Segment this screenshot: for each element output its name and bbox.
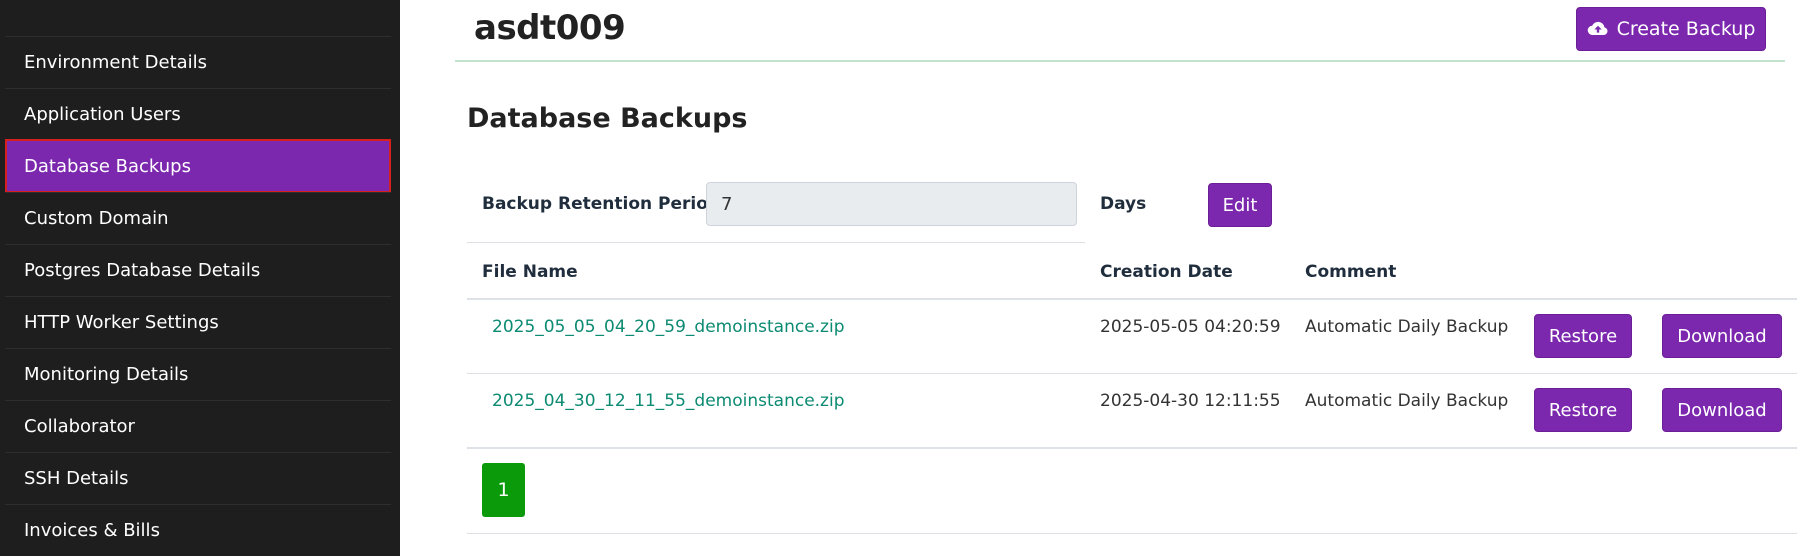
pagination-page-button[interactable]: 1 <box>482 463 525 517</box>
page-title: asdt009 <box>474 8 626 48</box>
sidebar-item-label: Postgres Database Details <box>24 260 261 281</box>
pagination-divider <box>467 533 1797 534</box>
backup-file-link[interactable]: 2025_05_05_04_20_59_demoinstance.zip <box>492 317 845 337</box>
sidebar-item-label: Collaborator <box>24 416 135 437</box>
sidebar-item-collaborator[interactable]: Collaborator <box>5 400 391 452</box>
edit-retention-button[interactable]: Edit <box>1208 183 1272 227</box>
sidebar-item-invoices-bills[interactable]: Invoices & Bills <box>5 504 391 556</box>
sidebar-item-label: Custom Domain <box>24 208 169 229</box>
comment-cell: Automatic Daily Backup <box>1305 391 1509 411</box>
restore-button[interactable]: Restore <box>1534 388 1632 432</box>
sidebar-menu: Environment Details Application Users Da… <box>5 36 391 556</box>
sidebar-item-label: Monitoring Details <box>24 364 189 385</box>
create-backup-button[interactable]: Create Backup <box>1576 7 1766 51</box>
table-header-divider <box>467 298 1797 300</box>
sidebar-item-custom-domain[interactable]: Custom Domain <box>5 192 391 244</box>
retention-label: Backup Retention Period: <box>482 194 727 214</box>
download-button[interactable]: Download <box>1662 388 1782 432</box>
backup-file-link[interactable]: 2025_04_30_12_11_55_demoinstance.zip <box>492 391 845 411</box>
sidebar-item-ssh-details[interactable]: SSH Details <box>5 452 391 504</box>
section-title: Database Backups <box>467 103 748 134</box>
sidebar-item-label: Invoices & Bills <box>24 520 160 541</box>
column-header-creation-date: Creation Date <box>1100 262 1233 282</box>
restore-button[interactable]: Restore <box>1534 314 1632 358</box>
header-divider <box>455 60 1785 62</box>
retention-divider <box>467 242 1085 243</box>
sidebar-item-label: Environment Details <box>24 52 208 73</box>
retention-period-input[interactable] <box>706 182 1077 226</box>
sidebar-item-label: Application Users <box>24 104 181 125</box>
sidebar-item-environment-details[interactable]: Environment Details <box>5 36 391 88</box>
sidebar-item-application-users[interactable]: Application Users <box>5 88 391 140</box>
creation-date-cell: 2025-04-30 12:11:55 <box>1100 391 1281 411</box>
sidebar-item-http-worker-settings[interactable]: HTTP Worker Settings <box>5 296 391 348</box>
sidebar: Environment Details Application Users Da… <box>0 0 400 556</box>
download-button[interactable]: Download <box>1662 314 1782 358</box>
sidebar-item-label: Database Backups <box>24 155 191 177</box>
sidebar-item-postgres-database-details[interactable]: Postgres Database Details <box>5 244 391 296</box>
creation-date-cell: 2025-05-05 04:20:59 <box>1100 317 1281 337</box>
comment-cell: Automatic Daily Backup <box>1305 317 1509 337</box>
days-label: Days <box>1100 194 1147 214</box>
cloud-upload-icon <box>1587 21 1608 35</box>
sidebar-item-database-backups[interactable]: Database Backups <box>5 139 391 193</box>
column-header-comment: Comment <box>1305 262 1397 282</box>
main-content: asdt009 Create Backup Database Backups B… <box>400 0 1811 556</box>
table-bottom-divider <box>467 447 1797 449</box>
sidebar-item-monitoring-details[interactable]: Monitoring Details <box>5 348 391 400</box>
column-header-file-name: File Name <box>482 262 578 282</box>
table-row-divider <box>467 373 1797 374</box>
create-backup-label: Create Backup <box>1616 18 1756 40</box>
sidebar-item-label: SSH Details <box>24 468 129 489</box>
sidebar-item-label: HTTP Worker Settings <box>24 312 219 333</box>
